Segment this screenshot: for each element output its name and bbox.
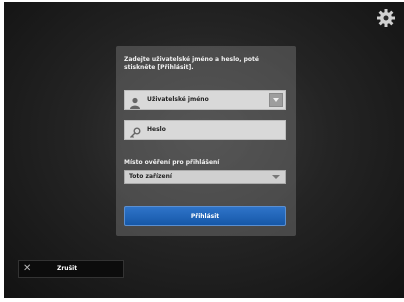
domain-select[interactable]: Toto zařízení [124,170,286,184]
user-icon [129,94,141,109]
gear-icon[interactable] [376,8,396,28]
key-icon [129,124,141,138]
domain-select-value: Toto zařízení [129,173,172,180]
username-placeholder: Uživatelské jméno [147,96,209,103]
domain-label: Místo ověření pro přihlášení [124,159,220,166]
login-panel: Zadejte uživatelské jméno a heslo, poté … [116,46,296,236]
password-field[interactable]: Heslo [124,120,286,140]
username-field[interactable]: Uživatelské jméno [124,90,286,110]
cancel-button-label: Zrušit [57,265,78,272]
close-icon: ✕ [23,263,32,274]
password-placeholder: Heslo [147,126,166,133]
username-dropdown-button[interactable] [269,93,283,107]
login-prompt: Zadejte uživatelské jméno a heslo, poté … [124,56,259,71]
login-screen: Zadejte uživatelské jméno a heslo, poté … [4,2,404,298]
login-button[interactable]: Přihlásit [124,206,286,226]
chevron-down-icon [272,175,280,179]
cancel-button[interactable]: ✕ Zrušit [18,260,124,278]
